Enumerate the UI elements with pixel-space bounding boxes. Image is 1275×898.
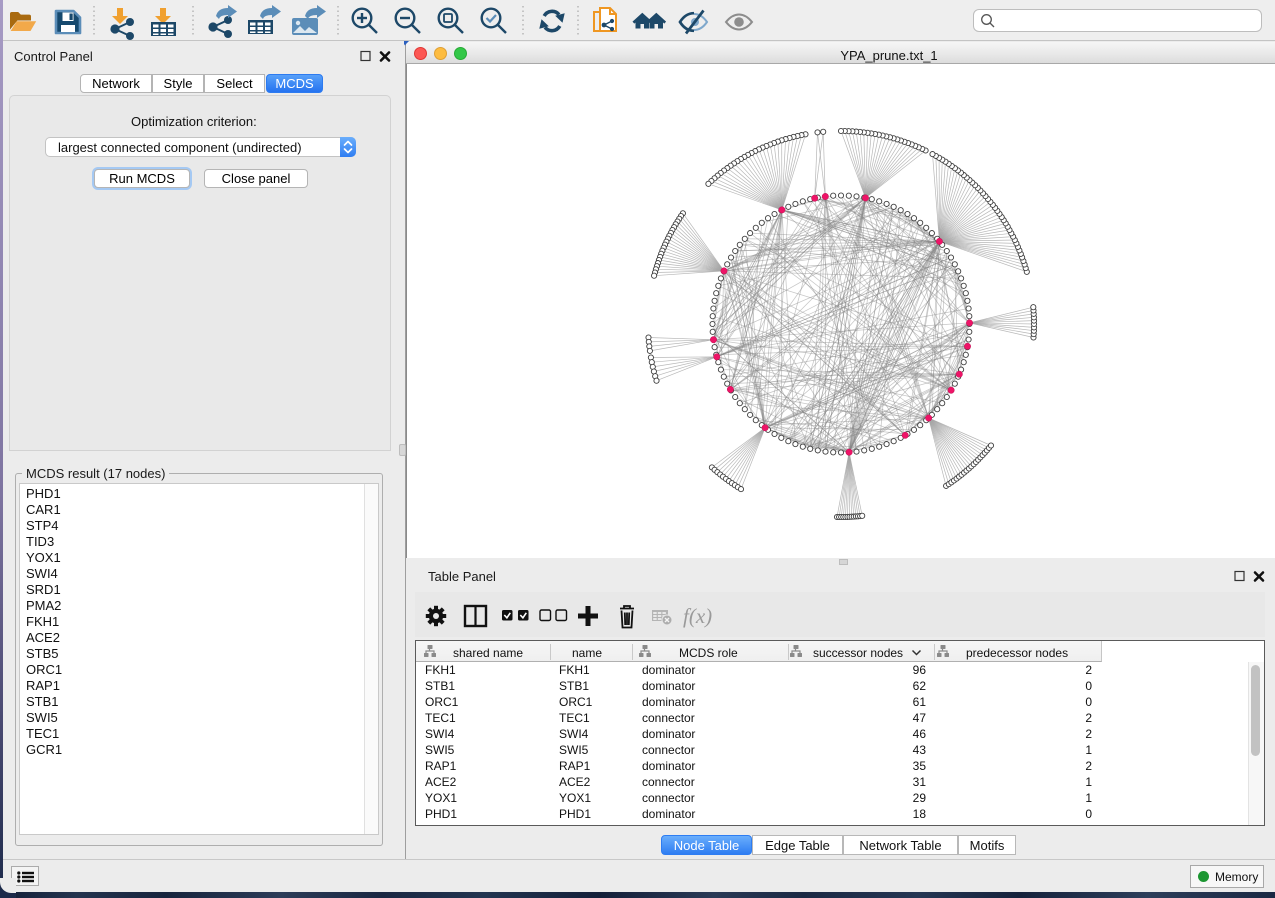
svg-text:f(x): f(x) [683,604,712,628]
